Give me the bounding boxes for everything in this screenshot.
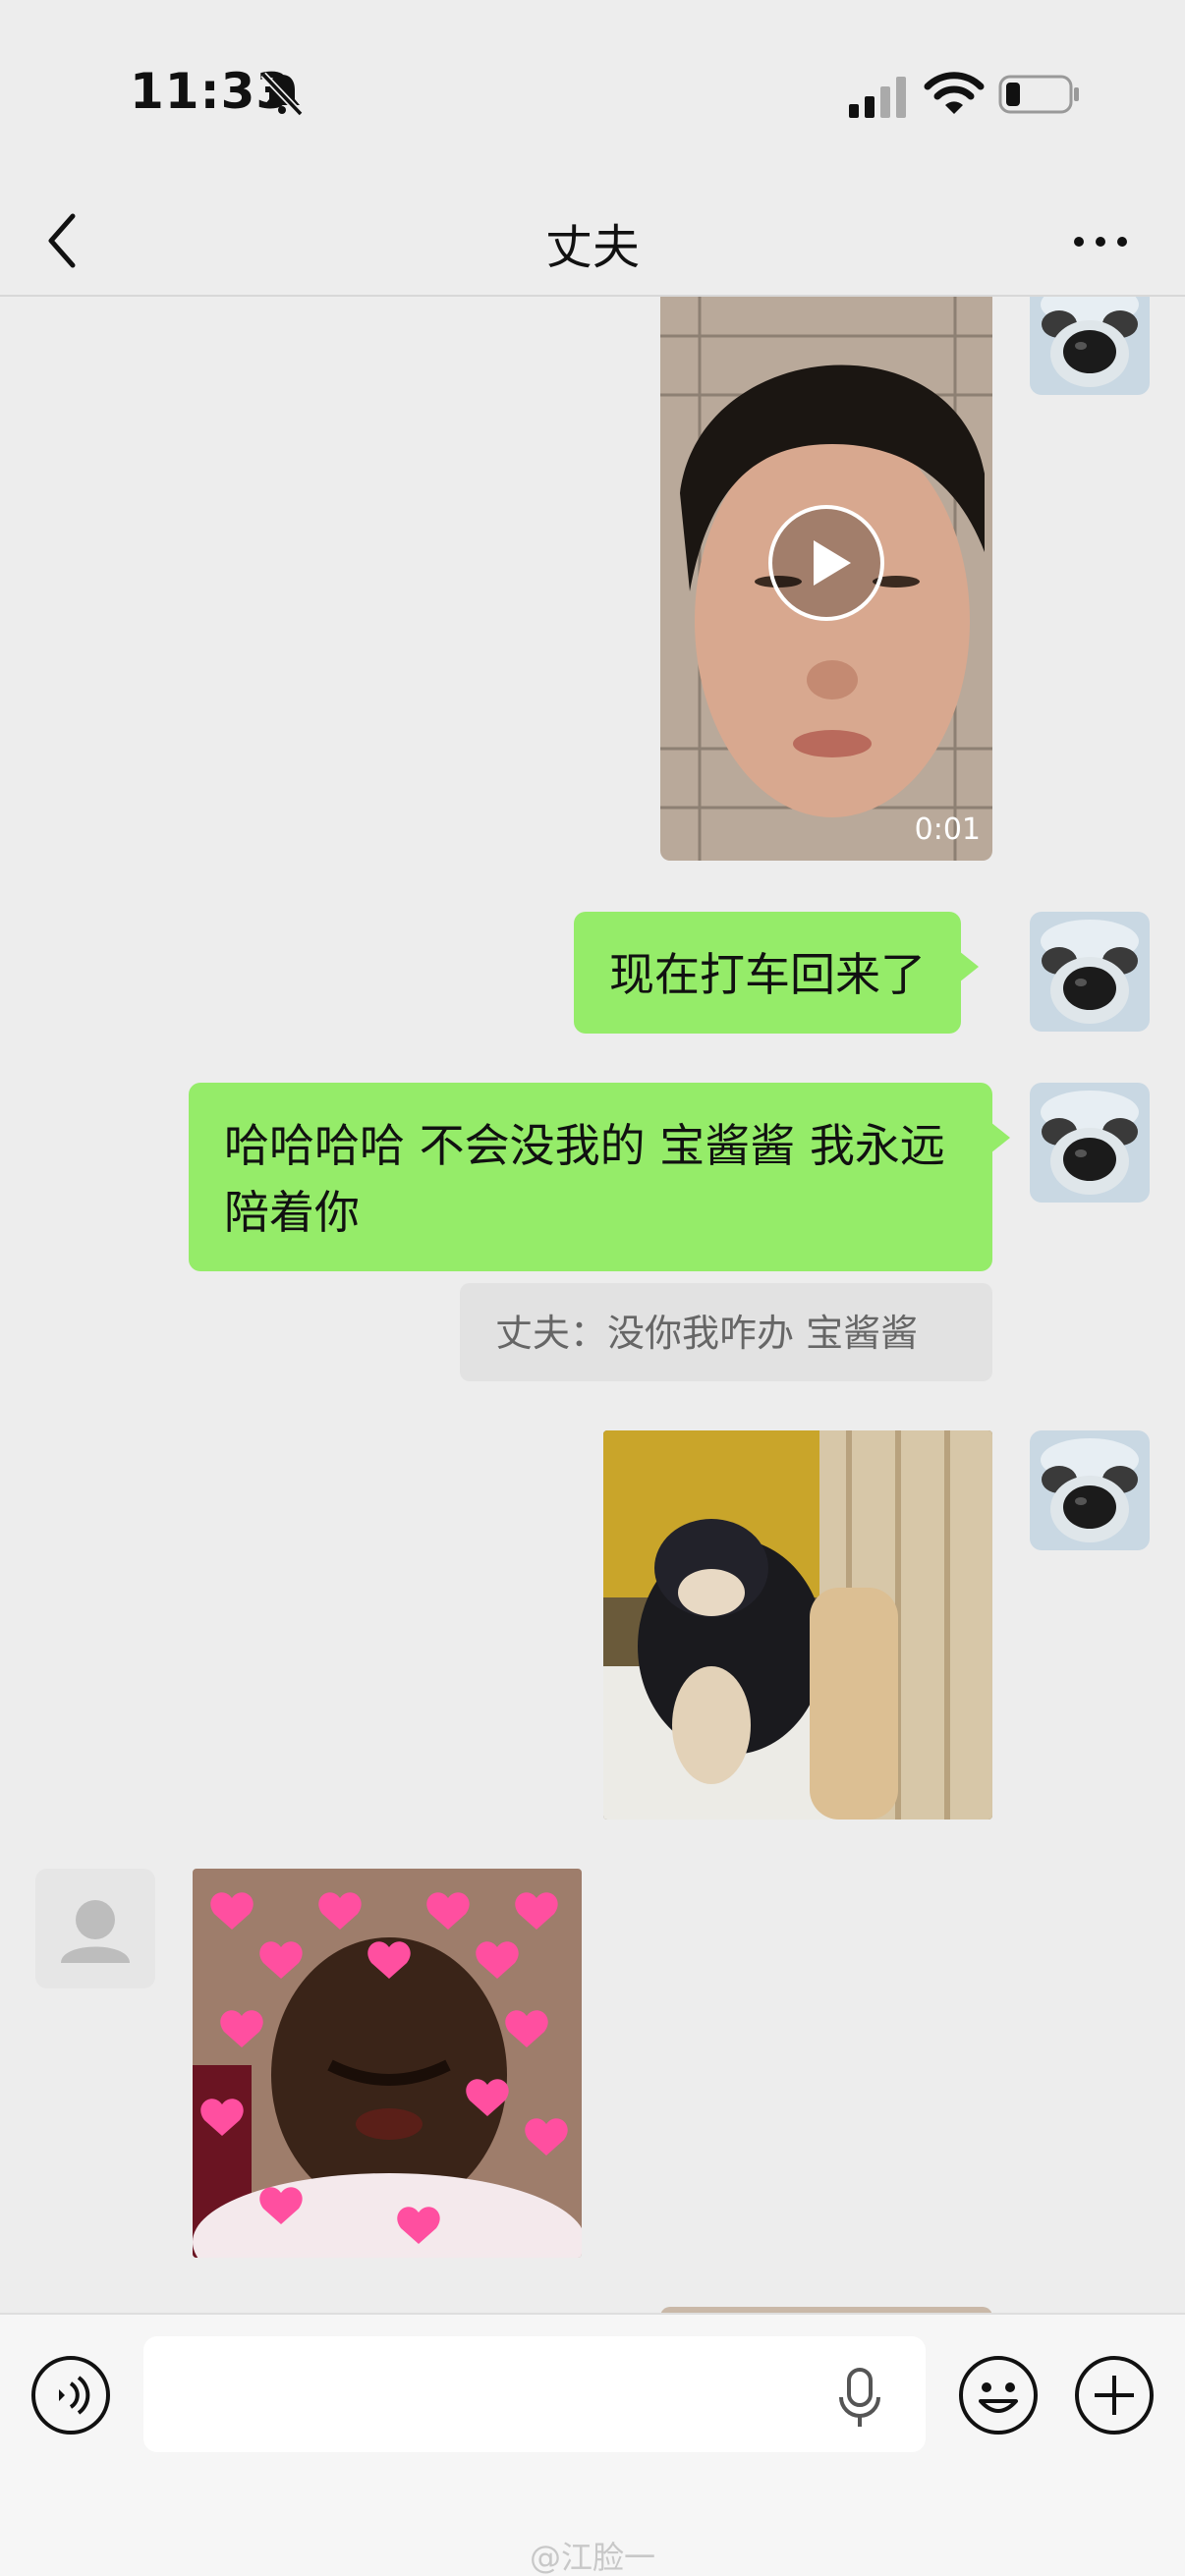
avatar[interactable] bbox=[1030, 1083, 1150, 1203]
status-bar: 11:33 bbox=[0, 0, 1185, 187]
plus-icon[interactable] bbox=[1073, 2354, 1156, 2436]
crying-man-hearts-sticker bbox=[193, 1869, 582, 2258]
text-message[interactable]: 现在打车回来了 bbox=[574, 912, 979, 1034]
microphone-icon[interactable] bbox=[835, 2366, 884, 2431]
dog-nose-avatar-image bbox=[1030, 912, 1150, 1032]
dog-nose-avatar-image bbox=[1030, 297, 1150, 395]
shiba-dog-image bbox=[603, 1430, 992, 1820]
image-message[interactable] bbox=[603, 1430, 992, 1820]
wifi-icon bbox=[924, 72, 985, 114]
video-duration: 0:01 bbox=[914, 812, 981, 847]
cellular-signal-icon bbox=[849, 77, 906, 118]
more-dots-icon[interactable] bbox=[1071, 222, 1130, 261]
battery-low-icon bbox=[998, 75, 1079, 114]
avatar-default[interactable] bbox=[35, 1869, 155, 1988]
quoted-reply[interactable]: 丈夫：没你我咋办 宝酱酱 bbox=[460, 1283, 992, 1381]
message-input[interactable] bbox=[143, 2336, 926, 2452]
voice-icon[interactable] bbox=[29, 2354, 112, 2436]
avatar[interactable] bbox=[1030, 912, 1150, 1032]
emoji-icon[interactable] bbox=[957, 2354, 1040, 2436]
avatar[interactable] bbox=[1030, 297, 1150, 395]
watermark: @江脸一 bbox=[529, 2539, 655, 2576]
video-message[interactable]: 0:01 bbox=[660, 297, 992, 861]
chat-area[interactable]: 0:01 现在打车回来了 哈哈哈哈 不会没我的 宝酱酱 我永远陪着你 丈夫：没你… bbox=[0, 297, 1185, 2313]
text-message[interactable]: 哈哈哈哈 不会没我的 宝酱酱 我永远陪着你 bbox=[189, 1083, 1010, 1271]
person-placeholder-icon bbox=[61, 1900, 130, 1963]
dog-nose-avatar-image bbox=[1030, 1430, 1150, 1550]
bell-slash-icon bbox=[260, 72, 304, 117]
chat-title: 丈夫 bbox=[544, 220, 640, 275]
dog-nose-avatar-image bbox=[1030, 1083, 1150, 1203]
sticker-message[interactable] bbox=[193, 1869, 582, 2258]
avatar[interactable] bbox=[1030, 1430, 1150, 1550]
nav-bar: 丈夫 bbox=[0, 187, 1185, 297]
play-icon[interactable] bbox=[766, 503, 886, 623]
